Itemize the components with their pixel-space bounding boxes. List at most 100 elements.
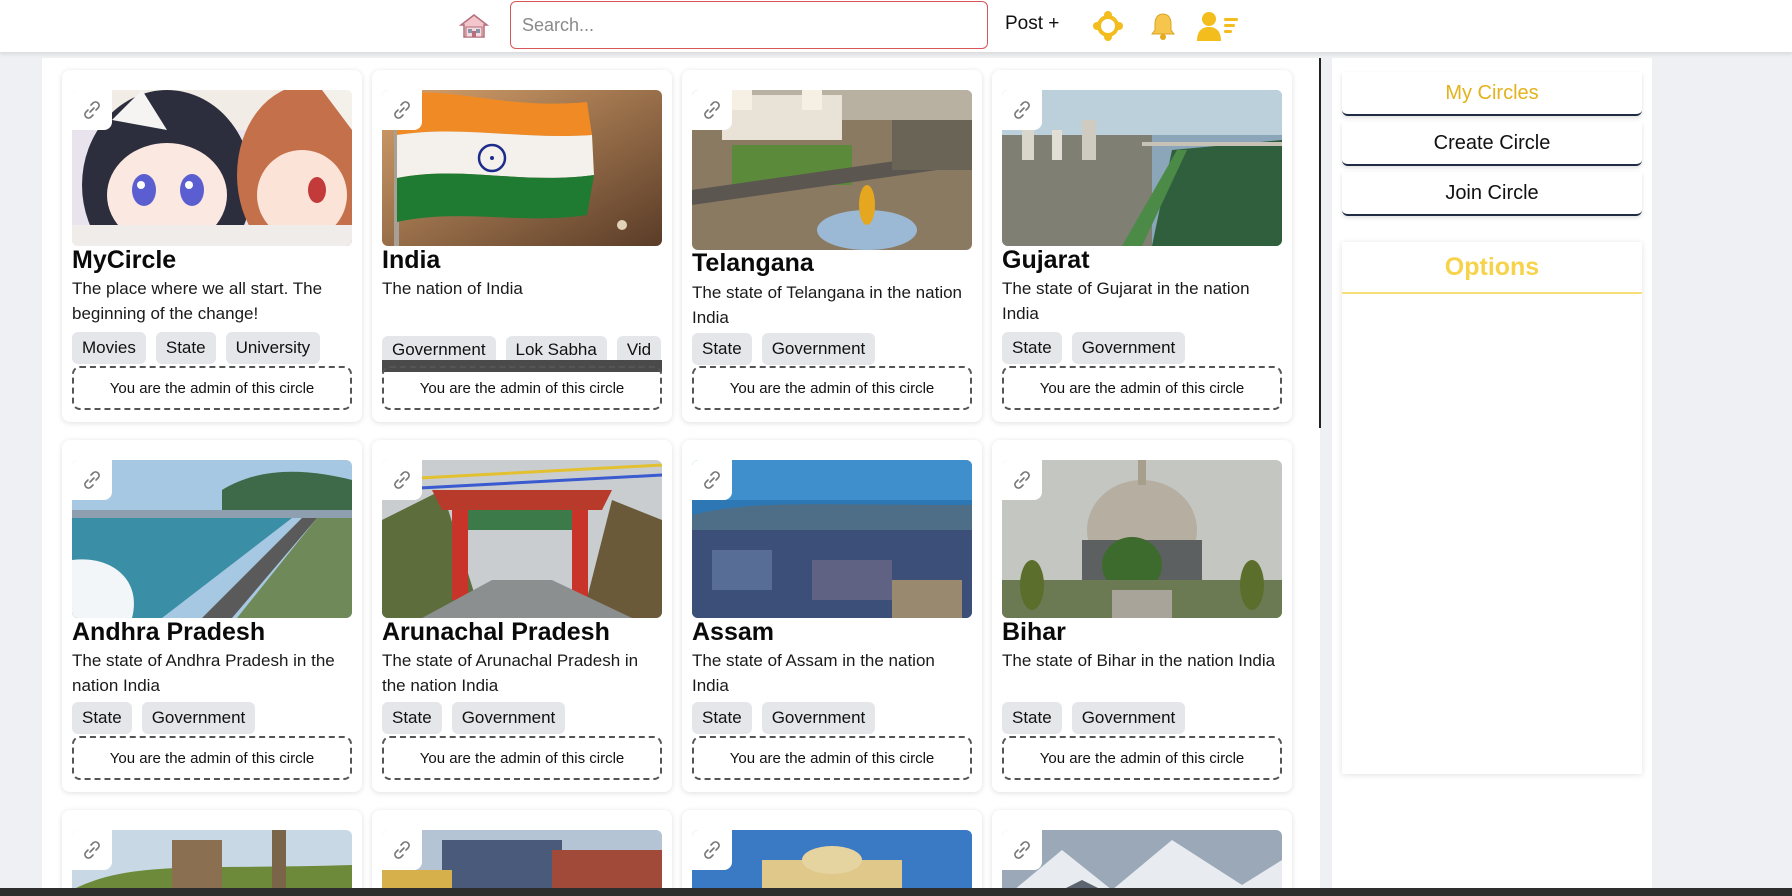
circle-image-bihar [1002, 460, 1282, 618]
circle-image-telangana [692, 90, 972, 250]
bell-icon[interactable] [1148, 11, 1178, 41]
circle-image-assam [692, 460, 972, 618]
tag[interactable]: State [1002, 702, 1062, 734]
circle-card-bihar[interactable]: Bihar The state of Bihar in the nation I… [992, 440, 1292, 792]
tag-list: State Government [72, 702, 352, 734]
circle-description: The state of Andhra Pradesh in the natio… [72, 651, 335, 695]
tag[interactable]: State [382, 702, 442, 734]
circle-card-india[interactable]: India The nation of India Government Lok… [372, 70, 672, 422]
circle-card-andhra-pradesh[interactable]: Andhra Pradesh The state of Andhra Prade… [62, 440, 362, 792]
search-input[interactable] [510, 1, 988, 49]
circle-card-telangana[interactable]: Telangana The state of Telangana in the … [682, 70, 982, 422]
join-circle-button[interactable]: Join Circle [1342, 172, 1642, 216]
taskbar-edge [0, 888, 1792, 896]
circles-icon[interactable] [1092, 10, 1124, 42]
tag[interactable]: Government [761, 333, 876, 365]
link-icon[interactable] [1002, 460, 1042, 500]
my-circles-button[interactable]: My Circles [1342, 72, 1642, 116]
circle-title: Arunachal Pradesh [382, 618, 610, 646]
link-icon[interactable] [382, 90, 422, 130]
tag-list: Movies State University [72, 332, 352, 364]
circle-image [382, 830, 662, 896]
tag-list: State Government [382, 702, 662, 734]
tag-list: State Government [692, 702, 972, 734]
circle-description: The state of Assam in the nation India [692, 651, 935, 695]
admin-status: You are the admin of this circle [72, 366, 352, 410]
circle-image [692, 830, 972, 896]
circle-image [72, 830, 352, 896]
circle-description: The state of Arunachal Pradesh in the na… [382, 651, 639, 695]
tag[interactable]: Government [382, 336, 496, 360]
admin-status: You are the admin of this circle [1002, 366, 1282, 410]
circle-card-assam[interactable]: Assam The state of Assam in the nation I… [682, 440, 982, 792]
circle-description: The state of Bihar in the nation India [1002, 651, 1276, 670]
tag[interactable]: Government [1071, 332, 1186, 364]
circle-title: India [382, 246, 441, 274]
circle-description: The state of Gujarat in the nation India [1002, 279, 1250, 323]
options-panel: Options [1342, 242, 1642, 774]
link-icon[interactable] [72, 460, 112, 500]
tag[interactable]: State [1002, 332, 1062, 364]
tag[interactable]: Movies [72, 332, 146, 364]
link-icon[interactable] [72, 830, 112, 870]
circle-description: The state of Telangana in the nation Ind… [692, 283, 962, 327]
circle-card[interactable] [372, 810, 672, 896]
link-icon[interactable] [72, 90, 112, 130]
circle-image-flag [382, 90, 662, 246]
circle-title: MyCircle [72, 246, 177, 274]
link-icon[interactable] [692, 460, 732, 500]
create-circle-button[interactable]: Create Circle [1342, 122, 1642, 166]
home-icon[interactable] [458, 10, 490, 42]
circle-card[interactable] [992, 810, 1292, 896]
top-navbar: Post + [0, 0, 1792, 52]
admin-status: You are the admin of this circle [382, 736, 662, 780]
post-button[interactable]: Post + [1005, 13, 1059, 35]
tag[interactable]: Lok Sabha [505, 336, 607, 360]
circle-card[interactable] [682, 810, 982, 896]
tag[interactable]: State [692, 333, 752, 365]
circle-title: Bihar [1002, 618, 1066, 646]
circle-grid: MyCircle The place where we all start. T… [42, 58, 1320, 896]
circle-card-gujarat[interactable]: Gujarat The state of Gujarat in the nati… [992, 70, 1292, 422]
tag[interactable]: University [225, 332, 321, 364]
tag[interactable]: State [692, 702, 752, 734]
link-icon[interactable] [1002, 90, 1042, 130]
circle-description: The nation of India [382, 279, 523, 298]
options-title: Options [1342, 242, 1642, 294]
circle-image-gujarat [1002, 90, 1282, 246]
circle-image-arunachal [382, 460, 662, 618]
circle-title: Gujarat [1002, 246, 1090, 274]
tag[interactable]: State [155, 332, 216, 364]
scrollbar[interactable] [1319, 58, 1321, 428]
circle-card-arunachal-pradesh[interactable]: Arunachal Pradesh The state of Arunachal… [372, 440, 672, 792]
link-icon[interactable] [1002, 830, 1042, 870]
circle-card-mycircle[interactable]: MyCircle The place where we all start. T… [62, 70, 362, 422]
circle-description: The place where we all start. The beginn… [72, 279, 323, 323]
link-icon[interactable] [692, 90, 732, 130]
circle-title: Telangana [692, 249, 814, 277]
admin-status: You are the admin of this circle [382, 366, 662, 410]
circle-title: Andhra Pradesh [72, 618, 266, 646]
circle-image-anime [72, 90, 352, 246]
tag-list: State Government [1002, 702, 1282, 734]
user-menu-icon[interactable] [1196, 10, 1240, 42]
link-icon[interactable] [382, 460, 422, 500]
link-icon[interactable] [382, 830, 422, 870]
circle-card[interactable] [62, 810, 362, 896]
tag[interactable]: Vid [616, 336, 662, 360]
link-icon[interactable] [692, 830, 732, 870]
tag[interactable]: Government [1071, 702, 1186, 734]
tag[interactable]: State [72, 702, 132, 734]
admin-status: You are the admin of this circle [1002, 736, 1282, 780]
circle-image [1002, 830, 1282, 896]
tag[interactable]: Government [761, 702, 876, 734]
admin-status: You are the admin of this circle [692, 736, 972, 780]
admin-status: You are the admin of this circle [72, 736, 352, 780]
tag-list: State Government [692, 333, 972, 365]
tag[interactable]: Government [451, 702, 566, 734]
circle-image-andhra [72, 460, 352, 618]
tag[interactable]: Government [141, 702, 256, 734]
tag-list: State Government [1002, 332, 1282, 364]
admin-status: You are the admin of this circle [692, 366, 972, 410]
circle-title: Assam [692, 618, 774, 646]
